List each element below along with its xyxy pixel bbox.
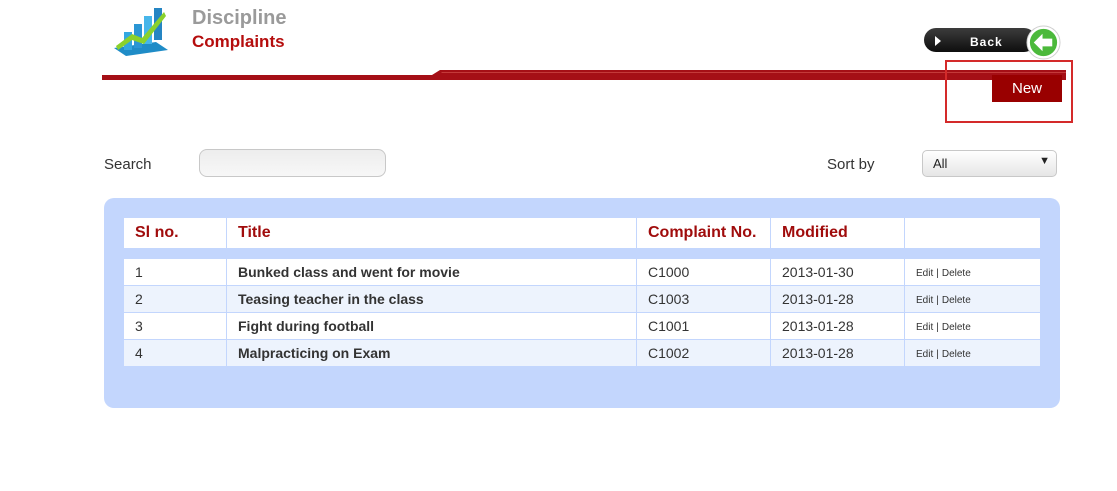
edit-link[interactable]: Edit xyxy=(916,349,933,360)
cell-actions: Edit | Delete xyxy=(905,286,1040,312)
cell-actions: Edit | Delete xyxy=(905,340,1040,366)
cell-modified: 2013-01-30 xyxy=(771,259,905,285)
header-divider xyxy=(102,70,1066,80)
back-button-body[interactable]: Back xyxy=(924,28,1036,52)
cell-modified: 2013-01-28 xyxy=(771,340,905,366)
cell-actions: Edit | Delete xyxy=(905,259,1040,285)
table-row: 3 Fight during football C1001 2013-01-28… xyxy=(124,313,1040,340)
delete-link[interactable]: Delete xyxy=(942,349,971,360)
search-label: Search xyxy=(104,156,152,173)
back-button-label: Back xyxy=(970,35,1003,49)
separator: | xyxy=(936,322,939,333)
cell-title: Fight during football xyxy=(227,313,637,339)
table-row: 4 Malpracticing on Exam C1002 2013-01-28… xyxy=(124,340,1040,367)
cell-actions: Edit | Delete xyxy=(905,313,1040,339)
table-header: Sl no. Title Complaint No. Modified xyxy=(124,218,1040,248)
delete-link[interactable]: Delete xyxy=(942,322,971,333)
delete-link[interactable]: Delete xyxy=(942,268,971,279)
chart-logo-icon xyxy=(114,8,168,56)
separator: | xyxy=(936,295,939,306)
cell-complaint-no: C1001 xyxy=(637,313,771,339)
edit-link[interactable]: Edit xyxy=(916,268,933,279)
cell-sl-no: 4 xyxy=(124,340,227,366)
sort-by-value: All xyxy=(933,156,948,171)
new-button[interactable]: New xyxy=(992,75,1062,102)
complaints-table-body: 1 Bunked class and went for movie C1000 … xyxy=(124,259,1040,367)
cell-complaint-no: C1002 xyxy=(637,340,771,366)
separator: | xyxy=(936,268,939,279)
cell-sl-no: 3 xyxy=(124,313,227,339)
column-header-modified: Modified xyxy=(771,218,905,248)
edit-link[interactable]: Edit xyxy=(916,322,933,333)
column-header-sl-no: Sl no. xyxy=(124,218,227,248)
cell-complaint-no: C1000 xyxy=(637,259,771,285)
column-header-complaint-no: Complaint No. xyxy=(637,218,771,248)
search-input[interactable] xyxy=(199,149,386,177)
sort-by-label: Sort by xyxy=(827,156,875,173)
page-title: Discipline xyxy=(192,7,287,29)
arrow-left-circle-icon[interactable] xyxy=(1026,25,1061,60)
cell-sl-no: 1 xyxy=(124,259,227,285)
delete-link[interactable]: Delete xyxy=(942,295,971,306)
sort-by-select[interactable]: All ▼ xyxy=(922,150,1057,177)
cell-complaint-no: C1003 xyxy=(637,286,771,312)
dropdown-arrow-icon: ▼ xyxy=(1039,155,1050,167)
cell-title: Malpracticing on Exam xyxy=(227,340,637,366)
play-arrow-icon xyxy=(935,36,941,46)
back-button[interactable]: Back xyxy=(924,25,1064,60)
table-row: 2 Teasing teacher in the class C1003 201… xyxy=(124,286,1040,313)
table-row: 1 Bunked class and went for movie C1000 … xyxy=(124,259,1040,286)
cell-sl-no: 2 xyxy=(124,286,227,312)
cell-modified: 2013-01-28 xyxy=(771,286,905,312)
column-header-actions xyxy=(905,218,1040,248)
cell-modified: 2013-01-28 xyxy=(771,313,905,339)
page-subtitle: Complaints xyxy=(192,32,285,51)
edit-link[interactable]: Edit xyxy=(916,295,933,306)
cell-title: Teasing teacher in the class xyxy=(227,286,637,312)
cell-title: Bunked class and went for movie xyxy=(227,259,637,285)
column-header-title: Title xyxy=(227,218,637,248)
separator: | xyxy=(936,349,939,360)
